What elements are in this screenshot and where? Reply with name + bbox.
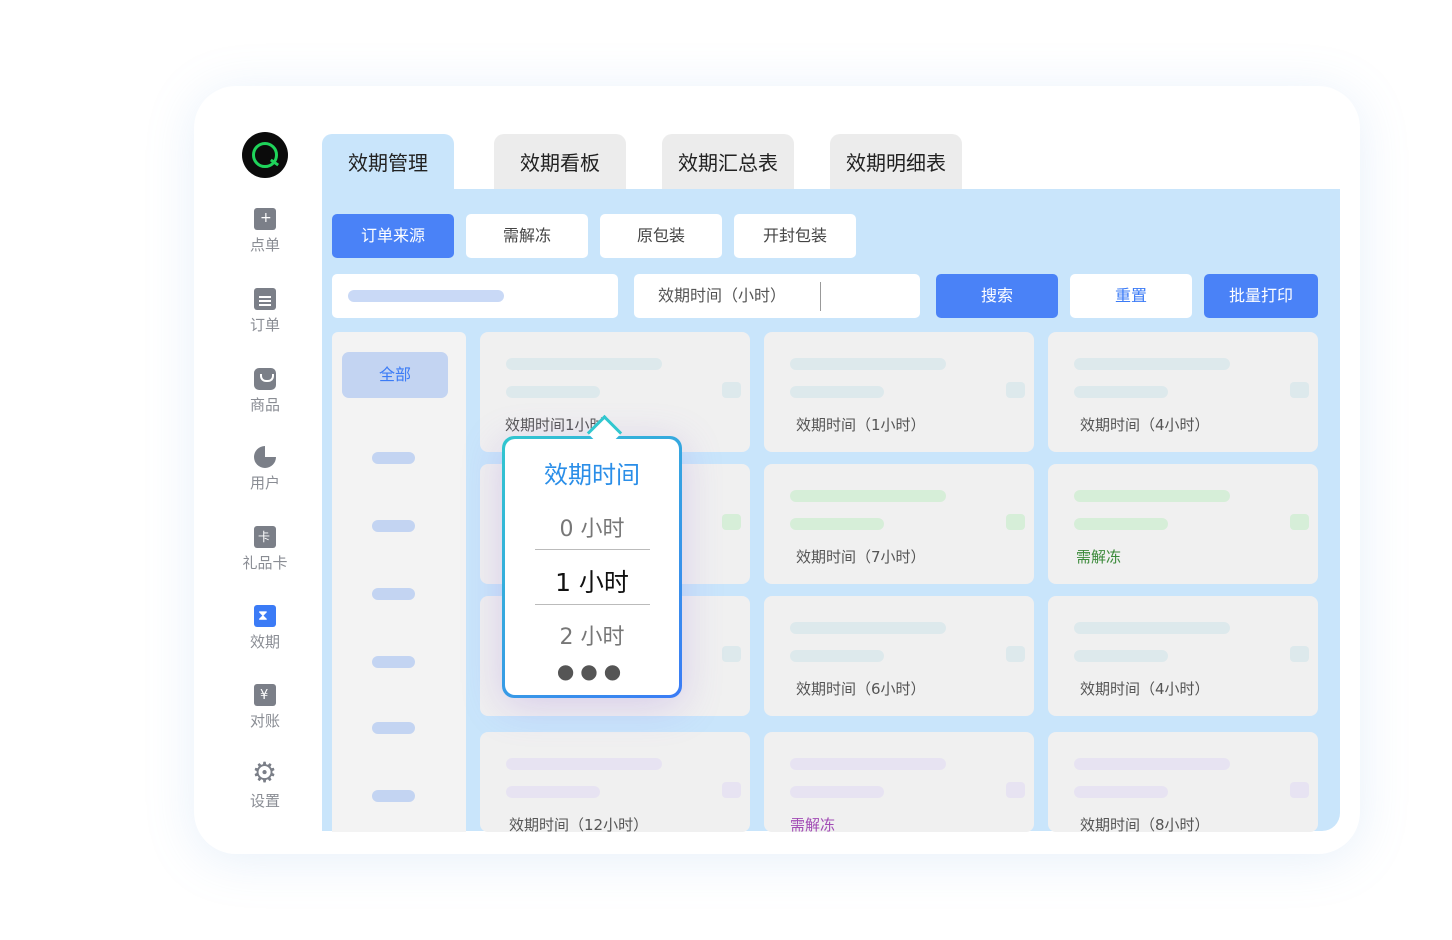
category-item[interactable] [372, 520, 415, 532]
category-item[interactable] [372, 452, 415, 464]
picker-title: 效期时间 [544, 461, 640, 489]
search-button[interactable]: 搜索 [936, 274, 1058, 318]
picker-option[interactable]: 2 小时 [505, 619, 679, 651]
filter-needs-thaw-button[interactable]: 需解冻 [466, 214, 588, 258]
tag-icon [1290, 382, 1309, 398]
tag-icon [722, 782, 741, 798]
product-card[interactable]: 效期时间（12小时） [480, 732, 750, 832]
product-card[interactable]: 需解冻 [764, 732, 1034, 832]
category-item[interactable] [372, 656, 415, 668]
filter-original-pack-button[interactable]: 原包装 [600, 214, 722, 258]
sidebar-item-label: 点单 [249, 236, 280, 254]
product-card[interactable]: 效期时间（4小时） [1048, 596, 1318, 716]
product-card[interactable]: 效期时间（6小时） [764, 596, 1034, 716]
sidebar-item-reconciliation[interactable]: 对账 [234, 684, 296, 731]
reset-button[interactable]: 重置 [1070, 274, 1192, 318]
tag-icon [722, 646, 741, 662]
tag-icon [1290, 514, 1309, 530]
tag-icon [1290, 782, 1309, 798]
tag-icon [1006, 382, 1025, 398]
expiry-hours-label: 效期时间（小时） [658, 286, 787, 305]
app-logo [242, 132, 288, 178]
card-expiry-text: 效期时间（12小时） [509, 816, 649, 832]
hourglass-calendar-icon [254, 605, 276, 627]
expiry-time-picker[interactable]: 效期时间 0 小时 1 小时 2 小时 ●●● [502, 436, 682, 698]
tab-expiry-management[interactable]: 效期管理 [322, 134, 454, 190]
pie-chart-icon [254, 446, 276, 468]
tab-expiry-board[interactable]: 效期看板 [494, 134, 626, 190]
sidebar-item-label: 订单 [249, 316, 280, 334]
sidebar-item-label: 礼品卡 [242, 554, 288, 572]
text-caret [820, 282, 821, 311]
sidebar-item-settings[interactable]: 设置 [234, 758, 296, 811]
batch-print-button[interactable]: 批量打印 [1204, 274, 1318, 318]
card-expiry-text: 效期时间（1小时） [796, 416, 926, 434]
sidebar-item-expiry[interactable]: 效期 [234, 605, 296, 652]
tag-icon [1290, 646, 1309, 662]
category-item[interactable] [372, 722, 415, 734]
tab-expiry-summary[interactable]: 效期汇总表 [662, 134, 794, 190]
product-card[interactable]: 效期时间（7小时） [764, 464, 1034, 584]
card-thaw-text: 需解冻 [1076, 548, 1122, 566]
product-card[interactable]: 需解冻 [1048, 464, 1318, 584]
gift-card-icon [254, 526, 276, 548]
gear-icon [252, 758, 277, 788]
search-input[interactable] [332, 274, 618, 318]
category-item[interactable] [372, 588, 415, 600]
product-card[interactable]: 效期时间（4小时） [1048, 332, 1318, 452]
sidebar-item-label: 商品 [249, 396, 280, 414]
sidebar-item-label: 设置 [249, 792, 280, 810]
tab-expiry-detail[interactable]: 效期明细表 [830, 134, 962, 190]
tag-icon [1006, 646, 1025, 662]
file-plus-icon [254, 208, 276, 230]
product-card[interactable]: 效期时间（1小时） [764, 332, 1034, 452]
document-list-icon [254, 288, 276, 310]
sidebar-item-users[interactable]: 用户 [234, 446, 296, 493]
sidebar-item-label: 效期 [249, 633, 280, 651]
picker-divider [535, 549, 650, 550]
sidebar-item-label: 对账 [249, 712, 280, 730]
category-list [332, 332, 466, 832]
picker-divider [535, 604, 650, 605]
sidebar-item-orders[interactable]: 订单 [234, 288, 296, 335]
picker-option-selected[interactable]: 1 小时 [505, 563, 679, 599]
category-item[interactable] [372, 790, 415, 802]
product-card[interactable]: 效期时间（8小时） [1048, 732, 1318, 832]
yen-document-icon [254, 684, 276, 706]
tag-icon [1006, 782, 1025, 798]
search-placeholder-bar [348, 290, 504, 302]
filter-order-source-button[interactable]: 订单来源 [332, 214, 454, 258]
expiry-hours-field[interactable]: 效期时间（小时） [634, 274, 920, 318]
tag-icon [1006, 514, 1025, 530]
sidebar-item-order-entry[interactable]: 点单 [234, 208, 296, 255]
card-expiry-text: 效期时间（6小时） [796, 680, 926, 698]
tag-icon [722, 514, 741, 530]
sidebar-item-label: 用户 [249, 474, 280, 492]
shopping-bag-icon [254, 368, 276, 390]
card-expiry-text: 效期时间（4小时） [1080, 416, 1210, 434]
card-expiry-text: 效期时间（7小时） [796, 548, 926, 566]
tag-icon [722, 382, 741, 398]
sidebar-item-gift-cards[interactable]: 礼品卡 [234, 526, 296, 573]
card-expiry-text: 效期时间（4小时） [1080, 680, 1210, 698]
sidebar-item-products[interactable]: 商品 [234, 368, 296, 415]
filter-opened-pack-button[interactable]: 开封包装 [734, 214, 856, 258]
category-all-button[interactable]: 全部 [342, 352, 448, 398]
more-options-icon[interactable]: ●●● [505, 659, 679, 683]
card-expiry-text: 效期时间（8小时） [1080, 816, 1210, 832]
card-thaw-text: 需解冻 [790, 816, 836, 832]
picker-option[interactable]: 0 小时 [505, 511, 679, 543]
